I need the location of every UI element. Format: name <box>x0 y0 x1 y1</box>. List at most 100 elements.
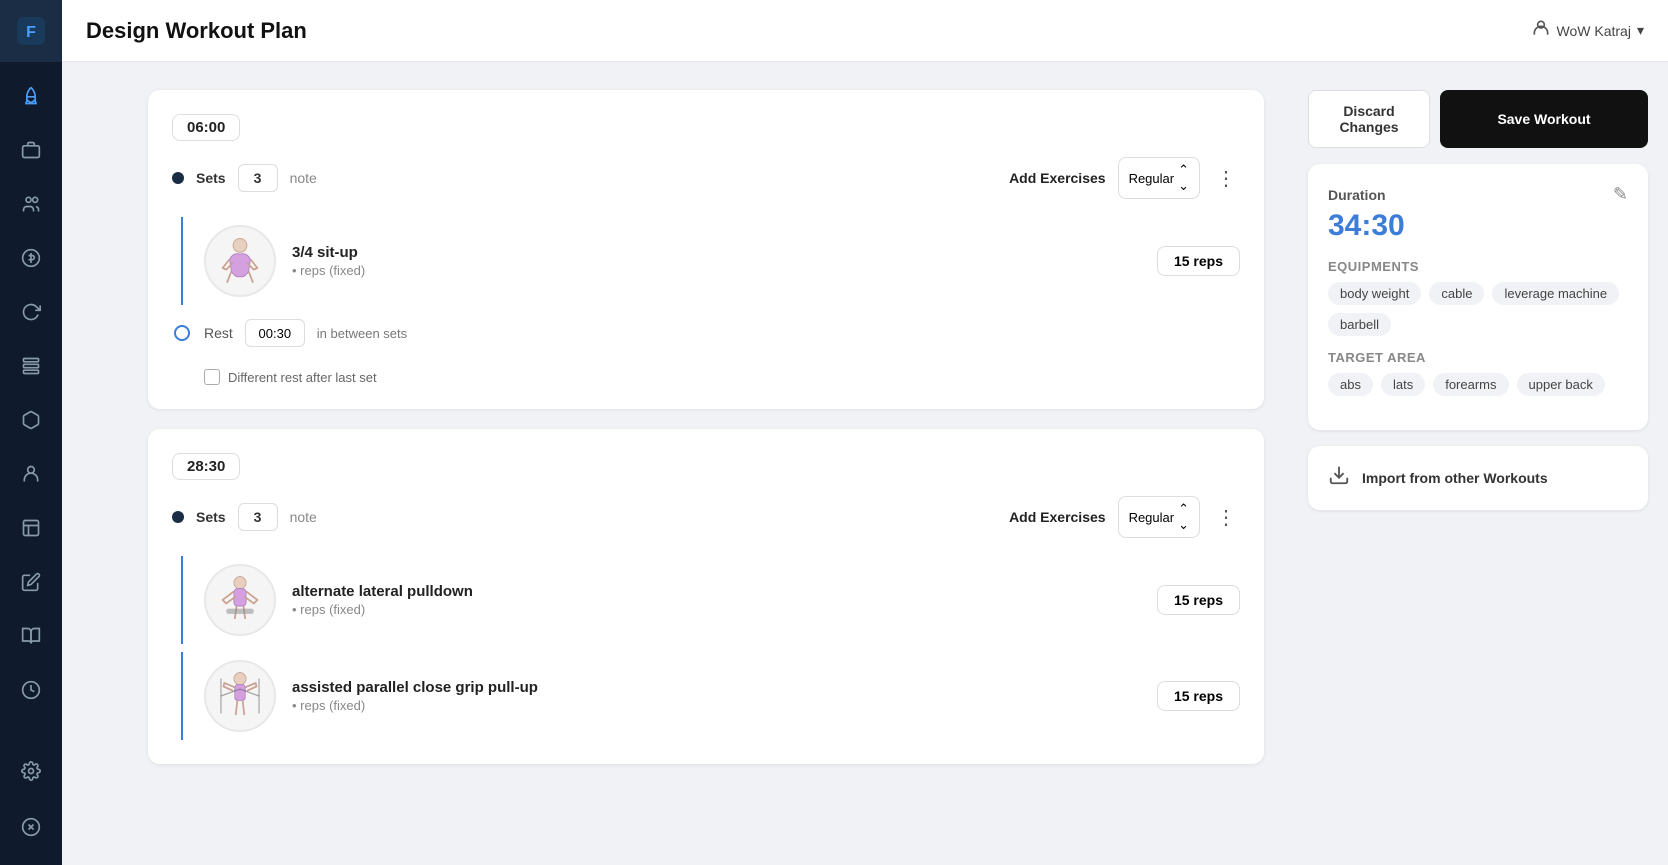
exercise-name-2-1: alternate lateral pulldown <box>292 583 1141 600</box>
type-select-2[interactable]: Regular ⌃⌄ <box>1118 496 1200 538</box>
checkbox-row-1: Different rest after last set <box>176 369 1240 385</box>
note-label-1[interactable]: note <box>290 170 317 186</box>
tag-lats: lats <box>1381 373 1425 396</box>
equipments-tags: body weight cable leverage machine barbe… <box>1328 282 1628 336</box>
exercise-row-2-2: assisted parallel close grip pull-up • r… <box>204 652 1240 740</box>
user-menu[interactable]: WoW Katraj ▾ <box>1531 18 1644 43</box>
layers-icon[interactable] <box>9 344 53 388</box>
exercise-detail-2-1: • reps (fixed) <box>292 602 1141 617</box>
tag-forearms: forearms <box>1433 373 1508 396</box>
exercise-info-2-2: assisted parallel close grip pull-up • r… <box>292 679 1141 713</box>
import-icon <box>1328 464 1350 492</box>
rest-input-1[interactable] <box>245 319 305 347</box>
settings-icon[interactable] <box>9 749 53 793</box>
page-title: Design Workout Plan <box>86 18 307 44</box>
cube-icon[interactable] <box>9 398 53 442</box>
note-label-2[interactable]: note <box>290 509 317 525</box>
block-header-2: Sets note Add Exercises Regular ⌃⌄ ⋮ <box>172 496 1240 538</box>
svg-text:F: F <box>26 24 36 41</box>
workout-area: 06:00 Sets note Add Exercises Regular ⌃⌄… <box>124 62 1288 865</box>
sets-input-2[interactable] <box>238 503 278 531</box>
timeline-col-rest-1 <box>176 325 188 341</box>
person-icon[interactable] <box>9 452 53 496</box>
user-avatar-icon <box>1531 18 1551 43</box>
exercise-name-1: 3/4 sit-up <box>292 244 1141 261</box>
save-workout-button[interactable]: Save Workout <box>1440 90 1648 148</box>
refresh-icon[interactable] <box>9 290 53 334</box>
more-menu-btn-2[interactable]: ⋮ <box>1212 505 1240 530</box>
exercise-info-2-1: alternate lateral pulldown • reps (fixed… <box>292 583 1141 617</box>
sidebar: F <box>0 0 62 865</box>
import-label: Import from other Workouts <box>1362 470 1548 486</box>
rest-between-1: in between sets <box>317 326 407 341</box>
add-exercises-btn-2[interactable]: Add Exercises <box>1009 509 1106 525</box>
reps-btn-1[interactable]: 15 reps <box>1157 246 1240 276</box>
tag-upper-back: upper back <box>1517 373 1605 396</box>
import-card[interactable]: Import from other Workouts <box>1308 446 1648 510</box>
block-card-2: 28:30 Sets note Add Exercises Regular ⌃⌄… <box>148 429 1264 764</box>
history-icon[interactable] <box>9 668 53 712</box>
exercise-row-1: 3/4 sit-up • reps (fixed) 15 reps <box>204 217 1240 305</box>
dollar-icon[interactable] <box>9 236 53 280</box>
users-icon[interactable] <box>9 182 53 226</box>
timeline-col-2-2 <box>176 652 188 740</box>
exercise-image-2-1 <box>204 564 276 636</box>
more-menu-btn-1[interactable]: ⋮ <box>1212 166 1240 191</box>
target-area-label: Target Area <box>1328 350 1628 365</box>
exercise-detail-2-2: • reps (fixed) <box>292 698 1141 713</box>
timeline-col-1 <box>176 217 188 305</box>
tag-cable: cable <box>1429 282 1484 305</box>
tag-abs: abs <box>1328 373 1373 396</box>
type-value-2: Regular <box>1129 510 1175 525</box>
block-time-2: 28:30 <box>172 453 240 480</box>
block-header-1: Sets note Add Exercises Regular ⌃⌄ ⋮ <box>172 157 1240 199</box>
duration-label: Duration <box>1328 187 1386 203</box>
right-panel: Discard Changes Save Workout Duration ✎ … <box>1288 62 1668 865</box>
user-chevron-icon: ▾ <box>1637 22 1644 39</box>
list-icon[interactable] <box>9 506 53 550</box>
exercise-info-1: 3/4 sit-up • reps (fixed) <box>292 244 1141 278</box>
edit-duration-icon[interactable]: ✎ <box>1613 184 1628 205</box>
sets-input-1[interactable] <box>238 164 278 192</box>
rest-row-1: Rest in between sets <box>204 313 1240 353</box>
type-value-1: Regular <box>1129 171 1175 186</box>
tag-leverage-machine: leverage machine <box>1492 282 1619 305</box>
checkbox-1[interactable] <box>204 369 220 385</box>
exercise-row-2-1: alternate lateral pulldown • reps (fixed… <box>204 556 1240 644</box>
exercise-image-1 <box>204 225 276 297</box>
exercise-image-2-2 <box>204 660 276 732</box>
add-exercises-btn-1[interactable]: Add Exercises <box>1009 170 1106 186</box>
type-chevron-icon-2: ⌃⌄ <box>1178 501 1189 533</box>
equipments-label: Equipments <box>1328 259 1628 274</box>
type-chevron-icon-1: ⌃⌄ <box>1178 162 1189 194</box>
rest-circle-1 <box>174 325 190 341</box>
close-circle-icon[interactable] <box>9 805 53 849</box>
sets-label-2: Sets <box>196 509 226 525</box>
info-card-header: Duration ✎ <box>1328 184 1628 205</box>
rocket-icon[interactable] <box>9 74 53 118</box>
tag-barbell: barbell <box>1328 313 1391 336</box>
note-edit-icon[interactable] <box>9 560 53 604</box>
exercise-detail-1: • reps (fixed) <box>292 263 1141 278</box>
sets-dot-2 <box>172 511 184 523</box>
duration-value: 34:30 <box>1328 209 1628 243</box>
action-buttons: Discard Changes Save Workout <box>1308 90 1648 148</box>
sets-label-1: Sets <box>196 170 226 186</box>
main-content: 06:00 Sets note Add Exercises Regular ⌃⌄… <box>124 62 1668 865</box>
type-select-1[interactable]: Regular ⌃⌄ <box>1118 157 1200 199</box>
topbar: Design Workout Plan WoW Katraj ▾ <box>62 0 1668 62</box>
reps-btn-2-1[interactable]: 15 reps <box>1157 585 1240 615</box>
checkbox-label-1: Different rest after last set <box>228 370 377 385</box>
app-logo[interactable]: F <box>0 0 62 62</box>
sidebar-bottom <box>9 745 53 865</box>
reps-btn-2-2[interactable]: 15 reps <box>1157 681 1240 711</box>
block-time-1: 06:00 <box>172 114 240 141</box>
rest-label-1: Rest <box>204 325 233 341</box>
block-card-1: 06:00 Sets note Add Exercises Regular ⌃⌄… <box>148 90 1264 409</box>
timeline-col-2-1 <box>176 556 188 644</box>
tag-body-weight: body weight <box>1328 282 1421 305</box>
discard-changes-button[interactable]: Discard Changes <box>1308 90 1430 148</box>
book-icon[interactable] <box>9 614 53 658</box>
briefcase-icon[interactable] <box>9 128 53 172</box>
sets-dot-1 <box>172 172 184 184</box>
